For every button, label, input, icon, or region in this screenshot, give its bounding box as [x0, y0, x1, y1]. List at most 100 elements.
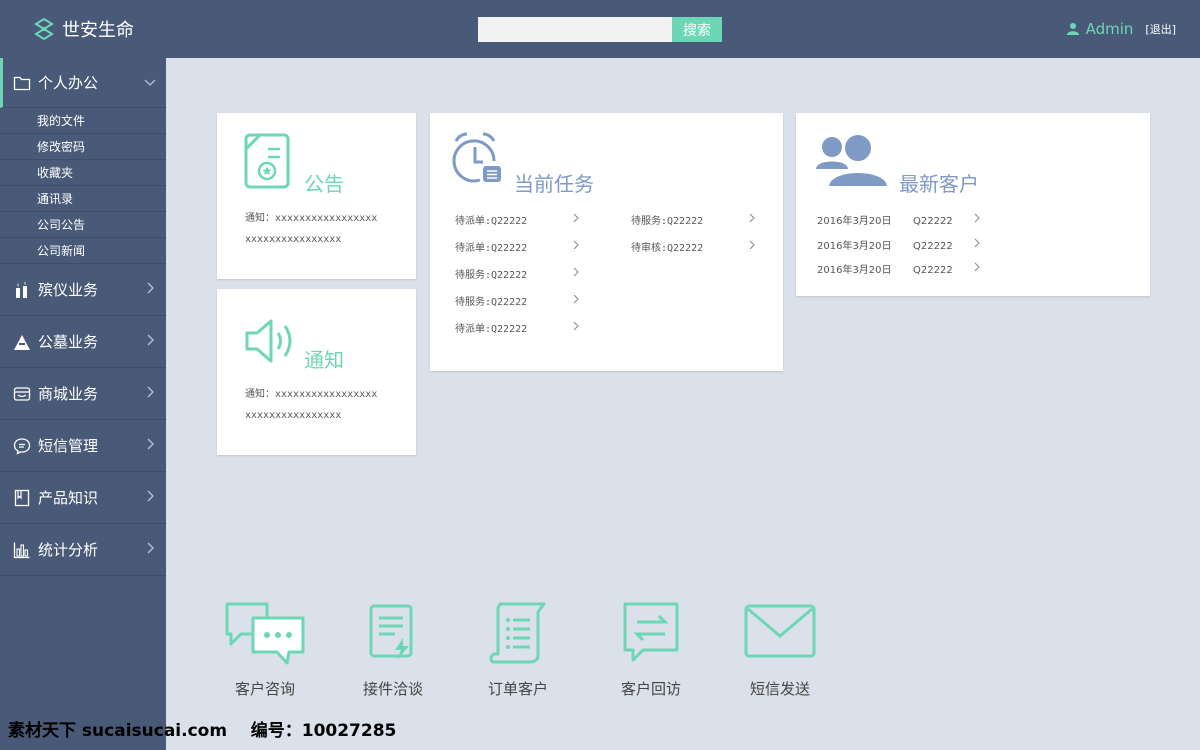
users-icon [816, 133, 888, 188]
tasks-card: 当前任务 待派单:Q22222 待派单:Q22222 待服务:Q22222 待服… [430, 113, 783, 371]
chevron-right-icon [147, 334, 154, 346]
chevron-right-icon[interactable] [572, 267, 580, 277]
sidebar: 个人办公 我的文件 修改密码 收藏夹 通讯录 公司公告 公司新闻 殡仪业务 公墓… [0, 58, 166, 750]
sidebar-item-label: 统计分析 [38, 541, 99, 559]
notice-line-1: 通知：xxxxxxxxxxxxxxxxx [245, 389, 378, 400]
user-icon [1066, 23, 1079, 35]
tasks-title: 当前任务 [514, 172, 594, 196]
chevron-right-icon [147, 282, 154, 294]
chevron-right-icon[interactable] [973, 213, 981, 223]
store-icon [12, 384, 32, 404]
message-icon [12, 436, 32, 456]
customers-title: 最新客户 [899, 172, 979, 196]
watermark-id: 编号：10027285 [250, 721, 397, 741]
alarm-clock-icon [452, 132, 501, 183]
chevron-right-icon [147, 386, 154, 398]
chevron-right-icon[interactable] [572, 213, 580, 223]
notice-card[interactable]: 通知 通知：xxxxxxxxxxxxxxxxx xxxxxxxxxxxxxxxx [217, 289, 416, 455]
chevron-right-icon[interactable] [748, 240, 756, 250]
chevron-right-icon [147, 542, 154, 554]
task-item[interactable]: 待服务:Q22222 [455, 266, 527, 281]
notice-title: 通知 [304, 348, 344, 372]
shortcut-label: 短信发送 [749, 680, 810, 698]
sidebar-item-label: 公墓业务 [38, 333, 99, 351]
chevron-right-icon[interactable] [973, 238, 981, 248]
envelope-icon [744, 604, 816, 658]
brand-name: 世安生命 [62, 20, 134, 41]
sidebar-item-mall[interactable]: 商城业务 [0, 368, 166, 420]
sidebar-item-cemetery[interactable]: 公墓业务 [0, 316, 166, 368]
sidebar-item-label: 产品知识 [38, 489, 99, 507]
exchange-message-icon [623, 602, 679, 662]
user-name[interactable]: Admin [1086, 20, 1134, 38]
shortcut-reception-talk[interactable]: 接件洽谈 [333, 600, 453, 698]
submenu-item-company-announcements[interactable]: 公司公告 [0, 212, 166, 238]
submenu-item-favorites[interactable]: 收藏夹 [0, 160, 166, 186]
shortcut-label: 客户回访 [620, 680, 681, 698]
task-item[interactable]: 待派单:Q22222 [455, 239, 527, 254]
chevron-right-icon[interactable] [572, 294, 580, 304]
customer-date: 2016年3月20日 [817, 216, 892, 227]
task-item[interactable]: 待派单:Q22222 [455, 320, 527, 335]
chevron-down-icon [144, 79, 156, 86]
shortcut-customer-revisit[interactable]: 客户回访 [591, 600, 711, 698]
shortcut-label: 订单客户 [487, 680, 548, 698]
sidebar-item-label: 商城业务 [38, 385, 99, 403]
book-icon [12, 488, 32, 508]
shortcut-order-customer[interactable]: 订单客户 [458, 600, 578, 698]
announcement-line-1: 通知：xxxxxxxxxxxxxxxxx [245, 213, 378, 224]
search-input[interactable] [478, 17, 672, 42]
watermark-site: 素材天下 sucaisucai.com [8, 721, 228, 741]
watermark: 素材天下 sucaisucai.com 编号：10027285 [8, 716, 396, 741]
search-button[interactable]: 搜索 [672, 17, 722, 42]
announcement-card[interactable]: 公告 通知：xxxxxxxxxxxxxxxxx xxxxxxxxxxxxxxxx [217, 113, 416, 279]
chevron-right-icon[interactable] [572, 321, 580, 331]
customer-code: Q22222 [913, 241, 953, 252]
chevron-right-icon[interactable] [748, 213, 756, 223]
submenu-item-change-password[interactable]: 修改密码 [0, 134, 166, 160]
customer-code: Q22222 [913, 216, 953, 227]
sidebar-item-label: 短信管理 [38, 437, 99, 455]
brand-logo[interactable]: 世安生命 [32, 16, 134, 42]
tomb-icon [12, 332, 32, 352]
sidebar-item-personal-office[interactable]: 个人办公 [0, 58, 166, 108]
folder-icon [12, 73, 32, 93]
speaker-icon [245, 319, 292, 363]
announcement-icon [244, 133, 290, 189]
chat-bubbles-icon [225, 602, 305, 665]
customer-date: 2016年3月20日 [817, 241, 892, 252]
customer-row[interactable]: 2016年3月20日 Q22222 [817, 261, 953, 276]
shortcut-customer-consult[interactable]: 客户咨询 [205, 600, 325, 698]
sidebar-item-sms[interactable]: 短信管理 [0, 420, 166, 472]
submenu-item-my-files[interactable]: 我的文件 [0, 108, 166, 134]
chevron-right-icon[interactable] [973, 262, 981, 272]
logo-icon [34, 17, 54, 41]
submenu-item-contacts[interactable]: 通讯录 [0, 186, 166, 212]
chevron-right-icon [147, 438, 154, 450]
shortcut-label: 接件洽谈 [362, 680, 423, 698]
chevron-right-icon[interactable] [572, 240, 580, 250]
user-area: Admin [退出] [1066, 20, 1176, 38]
shortcut-send-sms[interactable]: 短信发送 [720, 600, 840, 698]
chevron-right-icon [147, 490, 154, 502]
customer-row[interactable]: 2016年3月20日 Q22222 [817, 237, 953, 252]
sidebar-item-label: 个人办公 [38, 74, 99, 92]
customer-code: Q22222 [913, 265, 953, 276]
task-item[interactable]: 待服务:Q22222 [455, 293, 527, 308]
task-item[interactable]: 待派单:Q22222 [455, 212, 527, 227]
submenu-item-company-news[interactable]: 公司新闻 [0, 238, 166, 264]
customer-row[interactable]: 2016年3月20日 Q22222 [817, 212, 953, 227]
notice-line-2: xxxxxxxxxxxxxxxx [245, 410, 342, 421]
customers-card: 最新客户 2016年3月20日 Q22222 2016年3月20日 Q22222 2… [796, 113, 1150, 296]
task-item[interactable]: 待审核:Q22222 [631, 239, 703, 254]
sidebar-item-product-knowledge[interactable]: 产品知识 [0, 472, 166, 524]
document-edit-icon [369, 604, 413, 660]
sidebar-item-funeral[interactable]: 殡仪业务 [0, 264, 166, 316]
sidebar-item-statistics[interactable]: 统计分析 [0, 524, 166, 576]
announcement-title: 公告 [304, 172, 344, 196]
logout-link[interactable]: [退出] [1145, 21, 1176, 37]
top-navbar: 世安生命 搜索 Admin [退出] [0, 0, 1200, 58]
task-item[interactable]: 待服务:Q22222 [631, 212, 703, 227]
submenu-personal-office: 我的文件 修改密码 收藏夹 通讯录 公司公告 公司新闻 [0, 108, 166, 264]
search-bar: 搜索 [478, 17, 722, 42]
